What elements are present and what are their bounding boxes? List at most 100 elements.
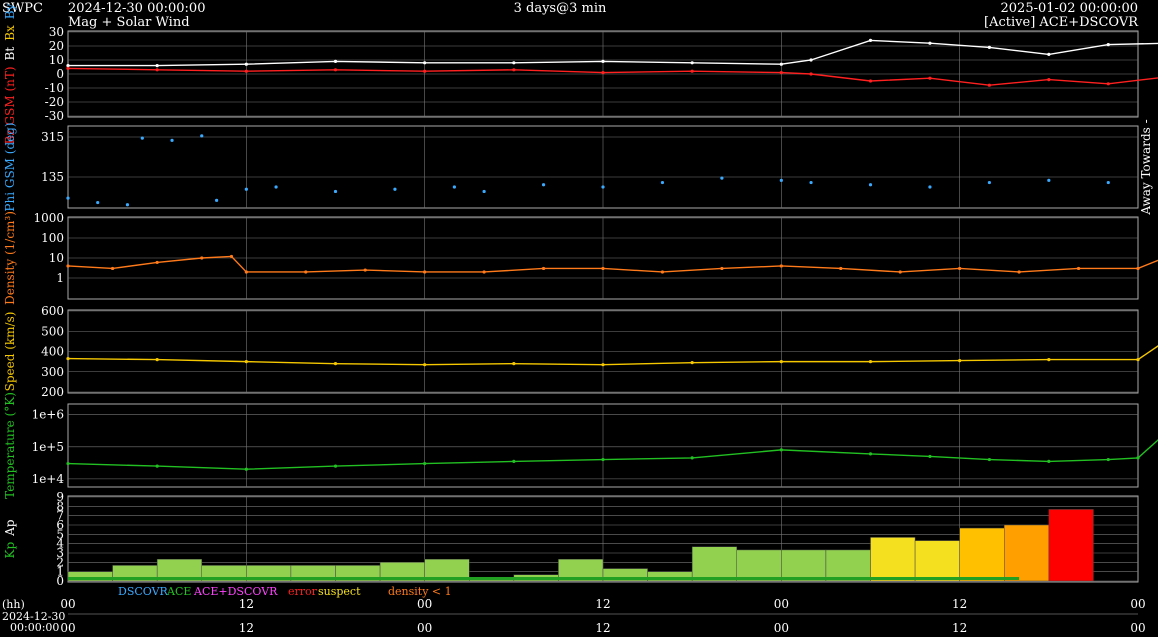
- y-tick-label: 300: [41, 365, 64, 379]
- data-point-bt: [512, 61, 516, 65]
- data-point-density: [660, 270, 665, 274]
- data-point-density: [779, 264, 783, 268]
- data-point-temperature: [601, 457, 605, 462]
- data-point-phi: [452, 185, 456, 189]
- data-point-phi: [601, 185, 605, 189]
- data-point-phi: [140, 136, 144, 140]
- y-tick-label: 100: [41, 231, 64, 245]
- data-point-temperature: [987, 457, 991, 462]
- data-point-density: [482, 270, 486, 274]
- data-point-phi: [393, 187, 397, 191]
- data-point-speed: [1047, 358, 1051, 362]
- data-point-bz: [423, 69, 427, 73]
- legend-ace: ACE: [166, 585, 191, 598]
- data-point-temperature: [1136, 456, 1140, 460]
- data-point-density: [229, 254, 234, 259]
- data-point-bz: [66, 66, 70, 70]
- y-axis-label-part: Kp: [3, 542, 17, 559]
- data-point-density: [601, 266, 605, 271]
- data-point-bt: [690, 61, 694, 65]
- y-tick-label: -20: [45, 95, 64, 109]
- y-tick-label: 10: [49, 251, 64, 265]
- data-point-bz: [333, 68, 338, 72]
- y-tick-label: 200: [41, 385, 64, 399]
- y-axis-label: Temperature (°K): [3, 392, 17, 499]
- data-point-speed: [690, 361, 694, 365]
- data-point-phi: [125, 203, 130, 207]
- data-point-bt: [601, 59, 605, 64]
- data-point-density: [541, 266, 546, 271]
- kp-bar: [1048, 509, 1094, 582]
- y-tick-label: 315: [41, 130, 64, 144]
- y-tick-label: 0: [56, 574, 64, 588]
- data-point-phi: [928, 185, 932, 189]
- data-point-density: [363, 268, 367, 272]
- time-tick-label: 00: [417, 597, 432, 611]
- data-point-phi: [274, 185, 278, 189]
- panel-phi: 315 135 Phi GSM (deg) Away Towards -: [3, 119, 1153, 215]
- y-tick-label: 1e+5: [32, 440, 64, 454]
- kp-bar: [736, 549, 782, 582]
- data-point-density: [839, 266, 843, 271]
- data-point-speed: [512, 362, 516, 366]
- y-axis-label: Kp Ap: [3, 519, 17, 558]
- time-tick-label: 00: [1130, 621, 1145, 635]
- data-point-density: [1076, 266, 1081, 271]
- y-tick-label: 1: [56, 271, 64, 285]
- time-tick-label: 12: [595, 621, 610, 635]
- y-tick-label: -30: [45, 109, 64, 123]
- data-point-phi: [868, 183, 873, 187]
- y-tick-label: 0: [56, 67, 64, 81]
- panel-kp: 9876543210KpAp: [3, 490, 1139, 588]
- y-tick-label: 30: [49, 25, 64, 39]
- time-axis-start-clock: 00:00:00: [10, 621, 59, 634]
- data-point-temperature: [244, 467, 248, 471]
- data-point-bz: [809, 72, 813, 76]
- data-point-temperature: [690, 456, 694, 460]
- data-point-density: [1017, 270, 1021, 274]
- chart-panels: 3020100-10-20-30Bz GSM (nT)BtBxBy315135P…: [3, 3, 1158, 588]
- time-tick-label: 00: [774, 621, 789, 635]
- data-point-bz: [690, 69, 694, 73]
- data-point-density: [110, 266, 115, 271]
- legend-suspect: suspect: [318, 585, 361, 598]
- data-point-bt: [66, 64, 70, 68]
- data-point-speed: [1136, 358, 1140, 362]
- y-axis-label-part: Ap: [3, 519, 17, 537]
- time-axis: 00 12 00 12 00 12 0000 12 00 12 00 12 00(hh)2024-12-…: [2, 597, 1146, 635]
- data-point-temperature: [928, 454, 932, 459]
- data-point-phi: [96, 200, 100, 205]
- panel-bz_bt: 3020100-10-20-30Bz GSM (nT)BtBxBy: [3, 3, 1158, 144]
- data-point-temperature: [66, 461, 70, 466]
- y-tick-label: 10: [49, 53, 64, 67]
- data-point-temperature: [779, 448, 783, 452]
- data-point-temperature: [1047, 459, 1051, 464]
- data-point-speed: [779, 360, 783, 364]
- data-point-temperature: [155, 464, 159, 468]
- data-point-temperature: [333, 464, 338, 468]
- data-point-density: [66, 264, 70, 268]
- kp-bar: [691, 546, 738, 582]
- data-point-bt: [987, 45, 991, 50]
- data-point-speed: [601, 363, 605, 367]
- data-point-bt: [244, 62, 248, 66]
- data-point-bt: [1047, 52, 1051, 57]
- data-point-density: [304, 270, 308, 274]
- side-label: Away Towards -: [1139, 119, 1153, 215]
- time-tick-label: 00: [60, 597, 75, 611]
- time-tick-label: 00: [60, 621, 75, 635]
- data-point-density: [155, 260, 159, 265]
- data-point-phi: [779, 178, 783, 182]
- y-tick-label: 1e+6: [32, 408, 64, 422]
- legend-error: error: [288, 585, 318, 598]
- data-point-speed: [868, 360, 873, 364]
- data-point-phi: [215, 198, 219, 202]
- data-point-bz: [928, 76, 932, 80]
- kp-bar: [781, 549, 827, 582]
- data-point-phi: [809, 180, 813, 185]
- data-point-bt: [155, 64, 159, 68]
- y-tick-label: 400: [41, 345, 64, 359]
- data-point-density: [200, 256, 204, 260]
- data-point-bz: [601, 71, 605, 75]
- y-axis-label-part: Bt: [3, 47, 17, 61]
